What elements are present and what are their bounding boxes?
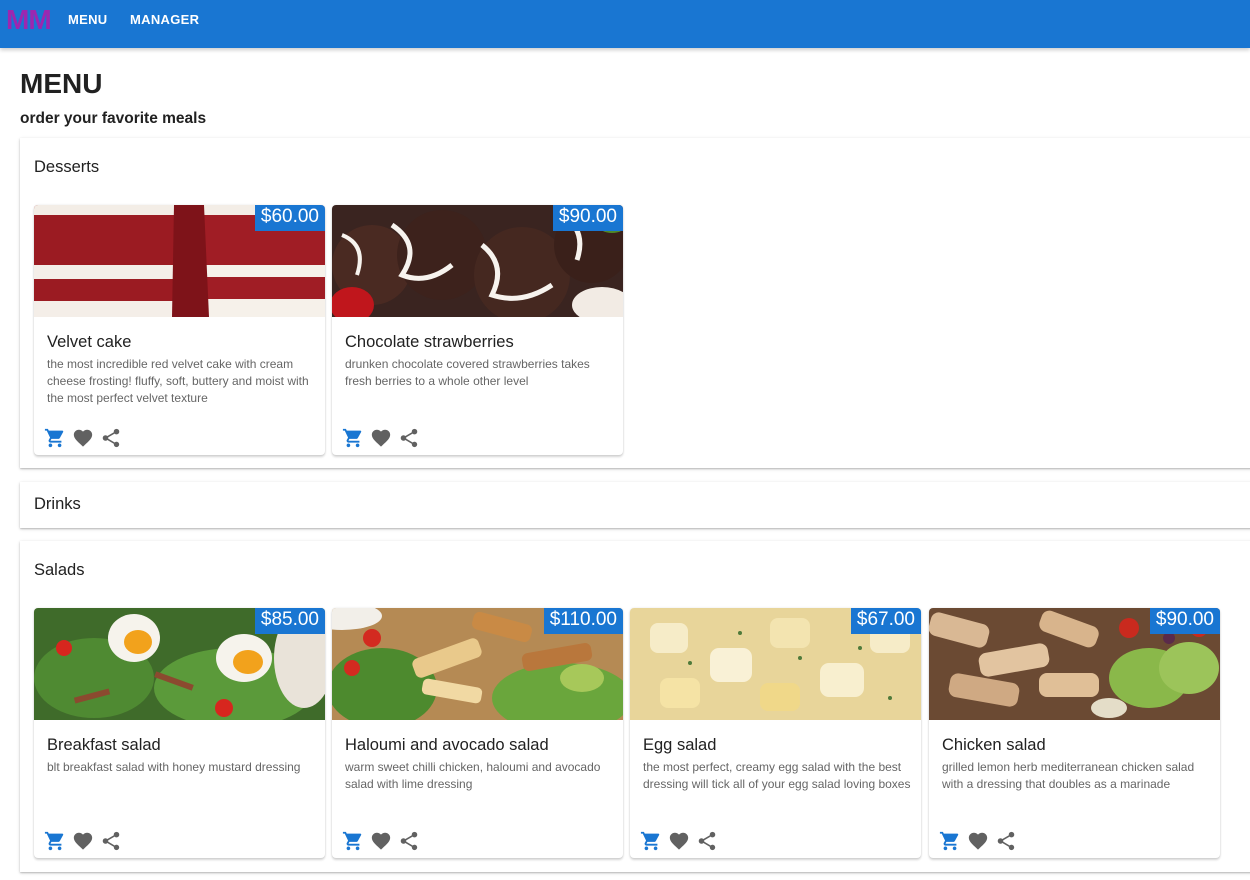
dish-description: the most perfect, creamy egg salad with …: [643, 760, 911, 791]
price-badge: $110.00: [543, 608, 623, 634]
heart-icon[interactable]: [72, 427, 94, 449]
share-icon[interactable]: [995, 830, 1017, 852]
dish-name: Velvet cake: [47, 333, 132, 351]
dish-name: Chocolate strawberries: [345, 333, 514, 351]
heart-icon[interactable]: [967, 830, 989, 852]
page-title: MENU: [20, 68, 103, 99]
price-badge: $90.00: [1149, 608, 1220, 634]
dish-description: blt breakfast salad with honey mustard d…: [47, 760, 301, 774]
cart-icon[interactable]: [44, 427, 66, 449]
dish-name: Chicken salad: [942, 736, 1046, 754]
cart-icon[interactable]: [939, 830, 961, 852]
menu-card-chicken-salad[interactable]: $90.00 Chicken salad grilled lemon herb …: [929, 608, 1220, 858]
menu-card-chocolate-strawberries[interactable]: $90.00 Chocolate strawberries drunken ch…: [332, 205, 623, 455]
dish-name: Haloumi and avocado salad: [345, 736, 549, 754]
dish-description: grilled lemon herb mediterranean chicken…: [942, 760, 1195, 791]
section-desserts: Desserts $60.00 Velvet cake the most inc…: [20, 138, 1250, 468]
price-badge: $60.00: [254, 205, 325, 231]
section-drinks[interactable]: Drinks: [20, 482, 1250, 528]
dish-description: the most incredible red velvet cake with…: [47, 357, 309, 405]
app-bar: MM MENU MANAGER: [0, 0, 1250, 48]
menu-card-haloumi-avocado-salad[interactable]: $110.00 Haloumi and avocado salad warm s…: [332, 608, 623, 858]
cart-icon[interactable]: [640, 830, 662, 852]
price-badge: $67.00: [850, 608, 921, 634]
section-title[interactable]: Desserts: [34, 158, 99, 177]
price-badge: $90.00: [552, 205, 623, 231]
menu-card-egg-salad[interactable]: $67.00 Egg salad the most perfect, cream…: [630, 608, 921, 858]
dish-name: Egg salad: [643, 736, 717, 754]
share-icon[interactable]: [100, 830, 122, 852]
section-title[interactable]: Drinks: [34, 495, 81, 514]
cart-icon[interactable]: [44, 830, 66, 852]
nav-menu-link[interactable]: MENU: [68, 12, 107, 27]
menu-card-velvet-cake[interactable]: $60.00 Velvet cake the most incredible r…: [34, 205, 325, 455]
cart-icon[interactable]: [342, 830, 364, 852]
page-subtitle: order your favorite meals: [20, 110, 207, 127]
nav-manager-link[interactable]: MANAGER: [130, 12, 199, 27]
heart-icon[interactable]: [668, 830, 690, 852]
dish-name: Breakfast salad: [47, 736, 161, 754]
dish-description: warm sweet chilli chicken, haloumi and a…: [345, 760, 601, 791]
section-salads: Salads $85.00 Breakfast salad blt breakf…: [20, 541, 1250, 872]
share-icon[interactable]: [398, 427, 420, 449]
app-logo[interactable]: MM: [6, 5, 52, 35]
dish-description: drunken chocolate covered strawberries t…: [345, 357, 590, 388]
section-title[interactable]: Salads: [34, 561, 84, 580]
share-icon[interactable]: [100, 427, 122, 449]
share-icon[interactable]: [398, 830, 420, 852]
price-badge: $85.00: [254, 608, 325, 634]
cart-icon[interactable]: [342, 427, 364, 449]
heart-icon[interactable]: [370, 427, 392, 449]
menu-card-breakfast-salad[interactable]: $85.00 Breakfast salad blt breakfast sal…: [34, 608, 325, 858]
share-icon[interactable]: [696, 830, 718, 852]
heart-icon[interactable]: [72, 830, 94, 852]
heart-icon[interactable]: [370, 830, 392, 852]
